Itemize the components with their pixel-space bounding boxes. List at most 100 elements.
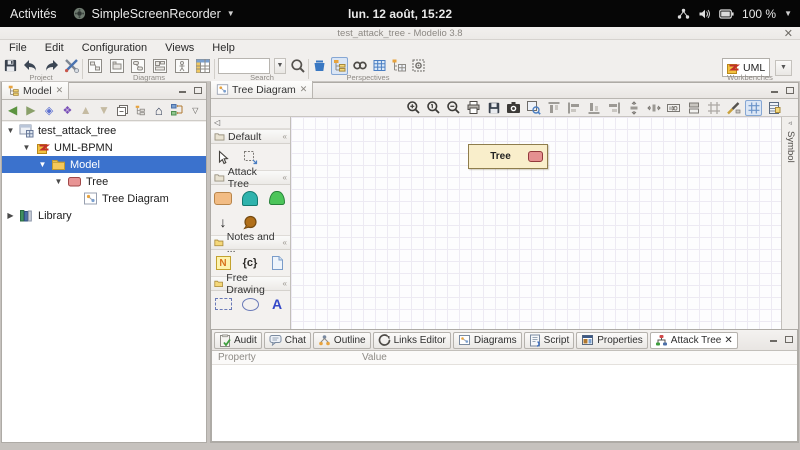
counter-measure-tool[interactable]	[240, 212, 260, 232]
palette-collapse-icon[interactable]: ◁	[214, 118, 220, 127]
expander-icon[interactable]: ▼	[22, 143, 31, 152]
or-gate-tool[interactable]	[267, 188, 287, 208]
menu-views[interactable]: Views	[156, 40, 203, 56]
nav-back-button[interactable]: ◀	[5, 102, 20, 119]
collapse-all-button[interactable]	[115, 102, 130, 119]
search-dropdown-button[interactable]: ▼	[274, 57, 286, 74]
tree-node-tool[interactable]	[213, 188, 233, 208]
search-input[interactable]	[218, 57, 270, 74]
tree-row-selected[interactable]: ▼ Model	[2, 156, 206, 173]
search-button[interactable]	[290, 57, 306, 75]
tab-attack-tree[interactable]: Attack Tree ✕	[649, 331, 738, 349]
snapshot-button[interactable]	[505, 100, 522, 116]
class-diagram-button[interactable]	[86, 57, 104, 75]
align-right-button[interactable]	[605, 100, 622, 116]
tree-row[interactable]: ▶ Library	[2, 207, 206, 224]
column-value[interactable]: Value	[362, 352, 387, 363]
system-status-area[interactable]: 100 % ▼	[677, 0, 792, 27]
home-button[interactable]: ⌂	[151, 102, 166, 119]
tree-row[interactable]: ▼ Tree	[2, 173, 206, 190]
related-diagrams-button[interactable]: ◈	[42, 102, 57, 119]
align-left-button[interactable]	[565, 100, 582, 116]
fit-frame-button[interactable]	[705, 100, 722, 116]
and-gate-tool[interactable]	[240, 188, 260, 208]
line-tool[interactable]: →	[213, 318, 233, 329]
rectangle-tool[interactable]	[213, 294, 233, 314]
tree-row[interactable]: ▼ test_attack_tree	[2, 122, 206, 139]
nav-forward-button[interactable]: ▶	[23, 102, 38, 119]
tab-tree-diagram[interactable]: Tree Diagram ✕	[211, 81, 314, 98]
undo-button[interactable]	[22, 57, 39, 75]
transfer-arrow-tool[interactable]: ↓	[213, 212, 233, 232]
distribute-horizontal-button[interactable]	[645, 100, 662, 116]
column-property[interactable]: Property	[212, 352, 362, 363]
package-diagram-button[interactable]	[108, 57, 126, 75]
marquee-tool[interactable]	[240, 147, 260, 167]
related-elements-button[interactable]: ❖	[60, 102, 75, 119]
tab-properties[interactable]: Properties	[576, 331, 648, 349]
menu-file[interactable]: File	[0, 40, 36, 56]
layout-diagram-button[interactable]	[151, 57, 169, 75]
same-height-button[interactable]	[685, 100, 702, 116]
palette-section-notes[interactable]: Notes and ... «	[211, 231, 290, 255]
close-icon[interactable]: ✕	[724, 335, 732, 346]
tab-audit[interactable]: Audit	[214, 331, 262, 349]
tab-outline[interactable]: Outline	[312, 331, 371, 349]
move-down-button[interactable]: ▼	[96, 102, 111, 119]
align-top-button[interactable]	[545, 100, 562, 116]
close-icon[interactable]: ✕	[56, 85, 64, 96]
statemachine-diagram-button[interactable]	[129, 57, 147, 75]
expander-icon[interactable]: ▶	[6, 211, 15, 220]
maximize-panel-button[interactable]	[192, 85, 203, 95]
close-icon[interactable]: ✕	[300, 84, 308, 95]
zoom-selection-button[interactable]	[525, 100, 542, 116]
usecase-diagram-button[interactable]	[173, 57, 191, 75]
save-button[interactable]	[3, 57, 18, 75]
menu-configuration[interactable]: Configuration	[73, 40, 156, 56]
tree-row[interactable]: ▼ UML-BPMN	[2, 139, 206, 156]
tab-chat[interactable]: Chat	[263, 331, 311, 349]
expander-icon[interactable]: ▼	[6, 126, 15, 135]
link-with-editor-button[interactable]	[133, 102, 148, 119]
page-setup-button[interactable]	[765, 100, 782, 116]
expander-icon[interactable]: ▼	[38, 160, 47, 169]
zoom-in-button[interactable]	[405, 100, 422, 116]
menu-edit[interactable]: Edit	[36, 40, 73, 56]
view-menu-button[interactable]: ▽	[188, 102, 203, 119]
model-perspective-button[interactable]	[331, 56, 348, 75]
move-up-button[interactable]: ▲	[78, 102, 93, 119]
ellipse-tool[interactable]	[240, 294, 260, 314]
select-tool[interactable]	[213, 147, 233, 167]
palette-section-attack-tree[interactable]: Attack Tree «	[211, 166, 290, 190]
zoom-out-button[interactable]	[445, 100, 462, 116]
grid-toggle-button[interactable]	[745, 99, 762, 116]
pin-icon[interactable]: «	[283, 173, 287, 182]
symbol-tab-label[interactable]: Symbol	[784, 131, 796, 163]
pin-icon[interactable]: «	[283, 279, 287, 288]
minimize-panel-button[interactable]	[768, 334, 779, 344]
document-tool[interactable]	[267, 253, 287, 273]
minimize-editor-button[interactable]	[769, 85, 780, 95]
tools-button[interactable]	[64, 57, 79, 75]
table-perspective-button[interactable]	[372, 57, 387, 75]
palette-section-default[interactable]: Default «	[211, 129, 290, 144]
links-perspective-button[interactable]	[352, 57, 368, 75]
print-button[interactable]	[465, 100, 482, 116]
format-brush-button[interactable]	[725, 100, 742, 116]
maximize-editor-button[interactable]	[784, 85, 795, 95]
project-perspective-button[interactable]	[312, 57, 327, 75]
sync-tree-button[interactable]	[169, 102, 184, 119]
menu-help[interactable]: Help	[203, 40, 244, 56]
note-tool[interactable]: N	[213, 253, 233, 273]
symbol-panel-strip[interactable]: ◃ Symbol	[781, 117, 798, 329]
align-bottom-button[interactable]	[585, 100, 602, 116]
distribute-vertical-button[interactable]	[625, 100, 642, 116]
property-table-body[interactable]	[212, 366, 797, 441]
same-size-button[interactable]	[665, 100, 682, 116]
tree-row[interactable]: Tree Diagram	[2, 190, 206, 207]
text-tool[interactable]: A	[267, 294, 287, 314]
expander-icon[interactable]: ▼	[54, 177, 63, 186]
window-close-button[interactable]: ✕	[784, 27, 793, 40]
tree-root-node[interactable]: Tree	[468, 144, 548, 169]
maximize-panel-button[interactable]	[783, 334, 794, 344]
